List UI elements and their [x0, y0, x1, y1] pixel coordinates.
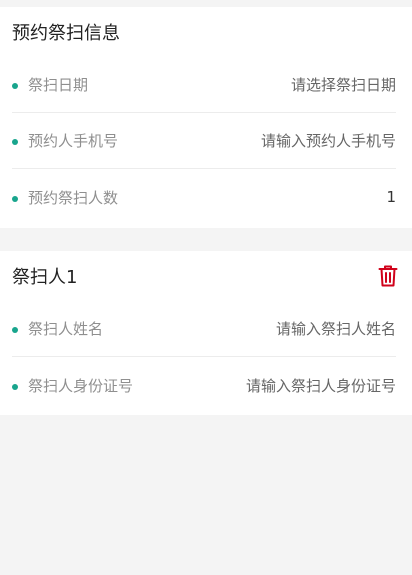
- visitor-name-row[interactable]: 祭扫人姓名 请输入祭扫人姓名: [12, 301, 396, 357]
- visitor-count-label: 预约祭扫人数: [28, 188, 119, 207]
- trash-icon[interactable]: [378, 265, 398, 287]
- bullet-dot: [12, 83, 18, 89]
- bullet-dot: [12, 383, 18, 390]
- visitor-name-label: 祭扫人姓名: [28, 320, 104, 338]
- booking-info-title: 预约祭扫信息: [12, 23, 120, 44]
- visitor-id-label: 祭扫人身份证号: [28, 376, 134, 395]
- visit-date-label-group: 祭扫日期: [12, 74, 88, 95]
- visitor-count-input[interactable]: 1: [386, 188, 396, 206]
- visitor-title: 祭扫人1: [12, 267, 78, 288]
- visitor-name-label-group: 祭扫人姓名: [12, 318, 103, 339]
- phone-label: 预约人手机号: [28, 132, 119, 150]
- visitor-id-row[interactable]: 祭扫人身份证号 请输入祭扫人身份证号: [12, 357, 396, 413]
- visitor-id-label-group: 祭扫人身份证号: [12, 375, 133, 396]
- visit-date-picker[interactable]: 请选择祭扫日期: [291, 74, 396, 95]
- bullet-dot: [12, 327, 18, 333]
- booking-info-card: 预约祭扫信息 祭扫日期 请选择祭扫日期 预约人手机号 请输入预约人手机号 预约祭…: [0, 7, 412, 228]
- phone-input[interactable]: 请输入预约人手机号: [261, 130, 396, 151]
- visitor-name-input[interactable]: 请输入祭扫人姓名: [276, 318, 396, 339]
- bullet-dot: [12, 195, 18, 202]
- visitor-header: 祭扫人1: [0, 251, 412, 301]
- bullet-dot: [12, 139, 18, 145]
- visit-date-label: 祭扫日期: [28, 76, 89, 94]
- visit-date-row[interactable]: 祭扫日期 请选择祭扫日期: [12, 57, 396, 113]
- visitor-count-row[interactable]: 预约祭扫人数 1: [12, 169, 396, 225]
- visitor-count-label-group: 预约祭扫人数: [12, 187, 118, 208]
- phone-row[interactable]: 预约人手机号 请输入预约人手机号: [12, 113, 396, 169]
- phone-label-group: 预约人手机号: [12, 130, 118, 151]
- visitor-card: 祭扫人1 祭扫人姓名 请输入祭扫人姓名 祭扫人身份证号 请输入祭扫人身份证号: [0, 251, 412, 415]
- booking-info-header: 预约祭扫信息: [0, 7, 412, 57]
- visitor-id-input[interactable]: 请输入祭扫人身份证号: [246, 375, 396, 396]
